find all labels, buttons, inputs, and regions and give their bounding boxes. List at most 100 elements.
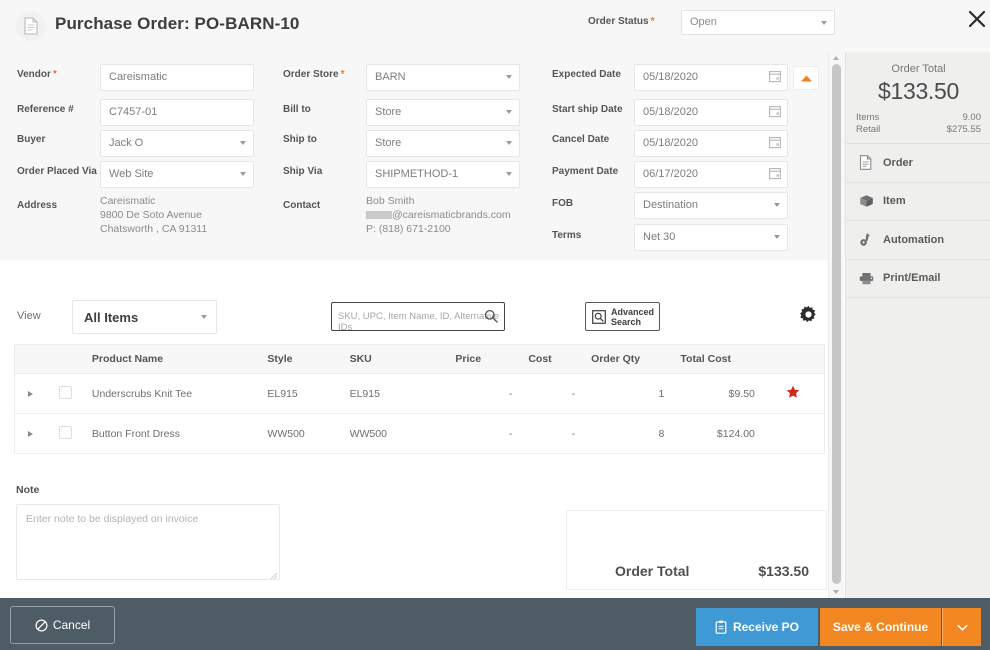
receive-po-button[interactable]: Receive PO	[696, 608, 818, 646]
col-order-qty[interactable]: Order Qty	[583, 344, 673, 374]
search-icon[interactable]	[484, 309, 498, 326]
cell-product-name: Button Front Dress	[83, 413, 260, 454]
buyer-select[interactable]: Jack O	[100, 130, 254, 157]
scroll-down-arrow-icon[interactable]	[833, 590, 839, 594]
field-label-terms: Terms	[552, 230, 582, 241]
field-label-ship-via: Ship Via	[283, 166, 323, 177]
cancel-date-input[interactable]: 05/18/2020	[634, 130, 788, 157]
ship-to-select[interactable]: Store	[366, 130, 520, 157]
cancel-button[interactable]: Cancel	[10, 606, 115, 644]
rail-item-print-email[interactable]: Print/Email	[846, 260, 990, 298]
col-style[interactable]: Style	[259, 344, 342, 374]
gear-icon[interactable]	[799, 305, 818, 327]
rail-item-item[interactable]: Item	[846, 183, 990, 221]
page-title: Purchase Order: PO-BARN-10	[55, 14, 300, 33]
save-options-dropdown-button[interactable]	[942, 608, 981, 646]
clipboard-icon	[715, 620, 727, 634]
contact-email: @careismaticbrands.com	[366, 208, 511, 222]
advanced-search-line2: Search	[611, 316, 642, 327]
ship-via-select[interactable]: SHIPMETHOD-1	[366, 161, 520, 188]
terms-select[interactable]: Net 30	[634, 224, 788, 251]
item-search-input[interactable]: SKU, UPC, Item Name, ID, Alternative IDs	[331, 302, 505, 333]
order-store-select[interactable]: BARN	[366, 64, 520, 91]
advanced-search-line1: Advanced	[611, 306, 655, 317]
collapse-panel-button[interactable]	[793, 66, 819, 90]
col-sku[interactable]: SKU	[341, 344, 448, 374]
field-label-buyer: Buyer	[17, 134, 46, 145]
row-flag[interactable]	[762, 413, 825, 454]
printer-icon	[859, 272, 883, 285]
order-total-amount: $133.50	[758, 563, 809, 579]
col-total-cost[interactable]: Total Cost	[672, 344, 763, 374]
row-expand-toggle[interactable]	[14, 413, 47, 454]
chevron-down-icon	[821, 21, 827, 25]
order-status-select[interactable]: Open	[681, 10, 835, 35]
order-status-label: Order Status *	[588, 16, 655, 27]
field-label-ship-to: Ship to	[283, 134, 317, 145]
expand-triangle-icon	[28, 390, 34, 397]
reference-input[interactable]: C7457-01	[100, 99, 254, 126]
fob-select[interactable]: Destination	[634, 192, 788, 219]
row-expand-toggle[interactable]	[14, 373, 47, 414]
vendor-address: Careismatic 9800 De Soto Avenue Chatswor…	[100, 195, 208, 235]
payment-date-input[interactable]: 06/17/2020	[634, 161, 788, 188]
cell-order-qty: 1	[583, 373, 673, 414]
resize-grip-icon[interactable]	[269, 569, 278, 580]
note-textarea[interactable]: Enter note to be displayed on invoice	[16, 504, 280, 580]
table-row[interactable]: Button Front Dress WW500 WW500 - - 8 $12…	[14, 413, 825, 454]
col-flag	[762, 344, 825, 374]
view-label: View	[17, 310, 41, 322]
rail-summary-values: Items 9.00 Retail $275.55	[846, 112, 990, 136]
bill-to-select[interactable]: Store	[366, 99, 520, 126]
rail-item-automation[interactable]: Automation	[846, 221, 990, 260]
rail-retail-value: $275.55	[946, 124, 981, 135]
chevron-down-icon	[240, 172, 246, 176]
calendar-icon[interactable]	[769, 167, 781, 183]
chevron-down-icon	[774, 203, 780, 207]
field-label-bill-to: Bill to	[283, 104, 311, 115]
cell-style: WW500	[259, 413, 342, 454]
field-label-start-ship-date: Start ship Date	[552, 104, 623, 115]
chevron-up-icon	[800, 75, 812, 81]
note-label: Note	[16, 484, 40, 496]
order-status-value: Open	[690, 16, 717, 28]
vendor-input[interactable]: Careismatic	[100, 64, 254, 91]
order-placed-via-select[interactable]: Web Site	[100, 161, 254, 188]
cell-cost: -	[520, 413, 584, 454]
save-and-continue-button[interactable]: Save & Continue	[820, 608, 941, 646]
field-label-expected-date: Expected Date	[552, 69, 621, 80]
rail-item-label: Print/Email	[883, 272, 941, 285]
main-scrollbar[interactable]	[828, 52, 844, 598]
row-flag[interactable]	[762, 373, 825, 414]
scroll-up-arrow-icon[interactable]	[833, 56, 839, 60]
col-cost[interactable]: Cost	[520, 344, 584, 374]
cell-sku: EL915	[341, 373, 448, 414]
row-checkbox[interactable]	[46, 413, 84, 454]
document-icon	[859, 155, 883, 171]
chevron-down-icon	[956, 620, 968, 634]
field-label-contact: Contact	[283, 200, 321, 211]
calendar-icon[interactable]	[769, 70, 781, 86]
rail-item-order[interactable]: Order	[846, 144, 990, 183]
start-ship-date-input[interactable]: 05/18/2020	[634, 99, 788, 126]
scrollbar-thumb[interactable]	[832, 64, 841, 584]
col-product-name[interactable]: Product Name	[83, 344, 260, 374]
row-checkbox[interactable]	[46, 373, 84, 414]
expected-date-input[interactable]: 05/18/2020	[634, 64, 788, 91]
order-summary-rail: Order Total $133.50 Items 9.00 Retail $275…	[845, 52, 990, 598]
col-price[interactable]: Price	[447, 344, 521, 374]
close-icon[interactable]	[966, 8, 988, 30]
view-filter-select[interactable]: All Items	[72, 300, 217, 334]
table-row[interactable]: Underscrubs Knit Tee EL915 EL915 - - 1 $…	[14, 373, 825, 414]
calendar-icon[interactable]	[769, 105, 781, 121]
save-label: Save & Continue	[832, 620, 929, 634]
advanced-search-button[interactable]: Advanced Search	[585, 302, 660, 331]
calendar-icon[interactable]	[769, 136, 781, 152]
cell-style: EL915	[259, 373, 342, 414]
purchase-order-modal: Purchase Order: PO-BARN-10 Order Status *…	[0, 0, 990, 650]
cell-sku: WW500	[341, 413, 448, 454]
rail-total-amount: $133.50	[877, 78, 960, 104]
chevron-down-icon	[506, 110, 512, 114]
expand-triangle-icon	[28, 430, 34, 437]
chevron-down-icon	[506, 172, 512, 176]
